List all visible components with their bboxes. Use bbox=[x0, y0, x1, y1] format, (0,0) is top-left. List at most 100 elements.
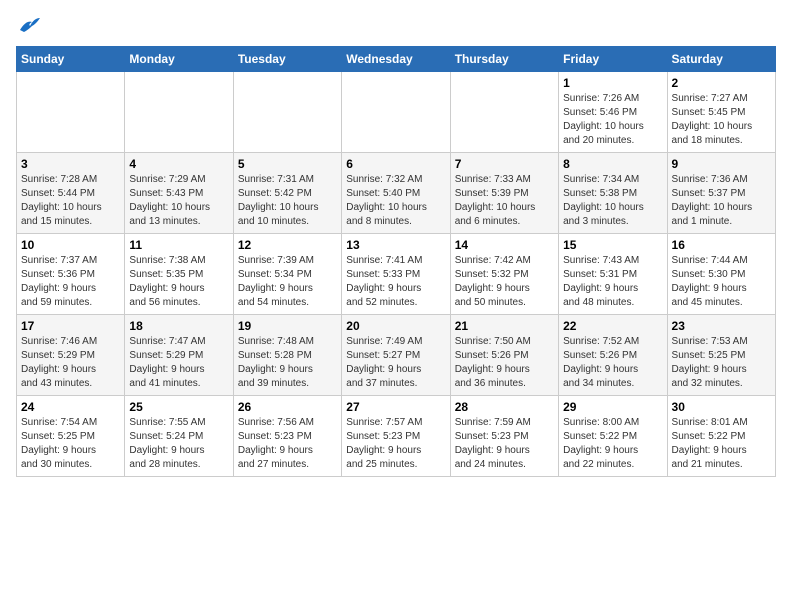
day-info: Sunrise: 7:52 AM Sunset: 5:26 PM Dayligh… bbox=[563, 335, 662, 391]
day-info: Sunrise: 7:50 AM Sunset: 5:26 PM Dayligh… bbox=[455, 335, 554, 391]
calendar-cell: 14 Sunrise: 7:42 AM Sunset: 5:32 PM Dayli… bbox=[450, 234, 558, 315]
day-info: Sunrise: 7:34 AM Sunset: 5:38 PM Dayligh… bbox=[563, 173, 662, 229]
day-number: 1 bbox=[563, 76, 662, 90]
calendar-cell: 18 Sunrise: 7:47 AM Sunset: 5:29 PM Dayli… bbox=[125, 315, 233, 396]
day-info: Sunrise: 7:54 AM Sunset: 5:25 PM Dayligh… bbox=[21, 416, 120, 472]
day-number: 27 bbox=[346, 400, 445, 414]
day-info: Sunrise: 7:29 AM Sunset: 5:43 PM Dayligh… bbox=[129, 173, 228, 229]
day-number: 12 bbox=[238, 238, 337, 252]
weekday-header-sunday: Sunday bbox=[17, 47, 125, 72]
day-number: 29 bbox=[563, 400, 662, 414]
calendar-cell bbox=[17, 72, 125, 153]
calendar-week-row: 1Sunrise: 7:26 AM Sunset: 5:46 PM Daylig… bbox=[17, 72, 776, 153]
calendar-cell: 30Sunrise: 8:01 AM Sunset: 5:22 PM Dayli… bbox=[667, 396, 775, 477]
calendar-week-row: 24 Sunrise: 7:54 AM Sunset: 5:25 PM Dayli… bbox=[17, 396, 776, 477]
calendar-cell: 29 Sunrise: 8:00 AM Sunset: 5:22 PM Dayli… bbox=[559, 396, 667, 477]
day-info: Sunrise: 7:41 AM Sunset: 5:33 PM Dayligh… bbox=[346, 254, 445, 310]
calendar-cell: 8Sunrise: 7:34 AM Sunset: 5:38 PM Daylig… bbox=[559, 153, 667, 234]
day-info: Sunrise: 7:42 AM Sunset: 5:32 PM Dayligh… bbox=[455, 254, 554, 310]
calendar-cell: 22 Sunrise: 7:52 AM Sunset: 5:26 PM Dayli… bbox=[559, 315, 667, 396]
logo bbox=[16, 16, 40, 34]
calendar-cell bbox=[342, 72, 450, 153]
day-info: Sunrise: 8:00 AM Sunset: 5:22 PM Dayligh… bbox=[563, 416, 662, 472]
calendar-cell: 26Sunrise: 7:56 AM Sunset: 5:23 PM Dayli… bbox=[233, 396, 341, 477]
day-info: Sunrise: 7:44 AM Sunset: 5:30 PM Dayligh… bbox=[672, 254, 771, 310]
calendar-cell: 23 Sunrise: 7:53 AM Sunset: 5:25 PM Dayli… bbox=[667, 315, 775, 396]
calendar-cell bbox=[233, 72, 341, 153]
day-number: 21 bbox=[455, 319, 554, 333]
day-number: 16 bbox=[672, 238, 771, 252]
day-number: 25 bbox=[129, 400, 228, 414]
day-info: Sunrise: 7:38 AM Sunset: 5:35 PM Dayligh… bbox=[129, 254, 228, 310]
day-number: 2 bbox=[672, 76, 771, 90]
calendar-cell bbox=[125, 72, 233, 153]
calendar-cell: 10 Sunrise: 7:37 AM Sunset: 5:36 PM Dayli… bbox=[17, 234, 125, 315]
day-info: Sunrise: 7:59 AM Sunset: 5:23 PM Dayligh… bbox=[455, 416, 554, 472]
calendar-cell bbox=[450, 72, 558, 153]
day-number: 17 bbox=[21, 319, 120, 333]
calendar-cell: 3 Sunrise: 7:28 AM Sunset: 5:44 PM Daylig… bbox=[17, 153, 125, 234]
weekday-header-monday: Monday bbox=[125, 47, 233, 72]
calendar-cell: 7 Sunrise: 7:33 AM Sunset: 5:39 PM Daylig… bbox=[450, 153, 558, 234]
day-number: 11 bbox=[129, 238, 228, 252]
day-info: Sunrise: 7:36 AM Sunset: 5:37 PM Dayligh… bbox=[672, 173, 771, 229]
day-info: Sunrise: 7:37 AM Sunset: 5:36 PM Dayligh… bbox=[21, 254, 120, 310]
calendar-cell: 19 Sunrise: 7:48 AM Sunset: 5:28 PM Dayli… bbox=[233, 315, 341, 396]
day-number: 9 bbox=[672, 157, 771, 171]
day-number: 14 bbox=[455, 238, 554, 252]
day-info: Sunrise: 7:49 AM Sunset: 5:27 PM Dayligh… bbox=[346, 335, 445, 391]
day-number: 7 bbox=[455, 157, 554, 171]
day-number: 24 bbox=[21, 400, 120, 414]
calendar-cell: 28Sunrise: 7:59 AM Sunset: 5:23 PM Dayli… bbox=[450, 396, 558, 477]
calendar-week-row: 3 Sunrise: 7:28 AM Sunset: 5:44 PM Daylig… bbox=[17, 153, 776, 234]
day-info: Sunrise: 7:57 AM Sunset: 5:23 PM Dayligh… bbox=[346, 416, 445, 472]
day-info: Sunrise: 7:28 AM Sunset: 5:44 PM Dayligh… bbox=[21, 173, 120, 229]
calendar-cell: 24 Sunrise: 7:54 AM Sunset: 5:25 PM Dayli… bbox=[17, 396, 125, 477]
calendar-cell: 11 Sunrise: 7:38 AM Sunset: 5:35 PM Dayli… bbox=[125, 234, 233, 315]
day-info: Sunrise: 7:43 AM Sunset: 5:31 PM Dayligh… bbox=[563, 254, 662, 310]
day-info: Sunrise: 7:46 AM Sunset: 5:29 PM Dayligh… bbox=[21, 335, 120, 391]
day-info: Sunrise: 7:48 AM Sunset: 5:28 PM Dayligh… bbox=[238, 335, 337, 391]
calendar-cell: 4 Sunrise: 7:29 AM Sunset: 5:43 PM Daylig… bbox=[125, 153, 233, 234]
weekday-header-friday: Friday bbox=[559, 47, 667, 72]
calendar-week-row: 17 Sunrise: 7:46 AM Sunset: 5:29 PM Dayli… bbox=[17, 315, 776, 396]
weekday-header-tuesday: Tuesday bbox=[233, 47, 341, 72]
day-number: 20 bbox=[346, 319, 445, 333]
calendar-cell: 6Sunrise: 7:32 AM Sunset: 5:40 PM Daylig… bbox=[342, 153, 450, 234]
calendar-cell: 13Sunrise: 7:41 AM Sunset: 5:33 PM Dayli… bbox=[342, 234, 450, 315]
day-info: Sunrise: 7:55 AM Sunset: 5:24 PM Dayligh… bbox=[129, 416, 228, 472]
calendar-cell: 16 Sunrise: 7:44 AM Sunset: 5:30 PM Dayli… bbox=[667, 234, 775, 315]
day-info: Sunrise: 7:47 AM Sunset: 5:29 PM Dayligh… bbox=[129, 335, 228, 391]
day-number: 15 bbox=[563, 238, 662, 252]
calendar-cell: 1Sunrise: 7:26 AM Sunset: 5:46 PM Daylig… bbox=[559, 72, 667, 153]
calendar-cell: 15 Sunrise: 7:43 AM Sunset: 5:31 PM Dayli… bbox=[559, 234, 667, 315]
calendar-cell: 17 Sunrise: 7:46 AM Sunset: 5:29 PM Dayli… bbox=[17, 315, 125, 396]
day-number: 19 bbox=[238, 319, 337, 333]
calendar-table: SundayMondayTuesdayWednesdayThursdayFrid… bbox=[16, 46, 776, 477]
weekday-header-wednesday: Wednesday bbox=[342, 47, 450, 72]
calendar-week-row: 10 Sunrise: 7:37 AM Sunset: 5:36 PM Dayli… bbox=[17, 234, 776, 315]
calendar-cell: 12 Sunrise: 7:39 AM Sunset: 5:34 PM Dayli… bbox=[233, 234, 341, 315]
day-number: 3 bbox=[21, 157, 120, 171]
day-number: 22 bbox=[563, 319, 662, 333]
day-number: 10 bbox=[21, 238, 120, 252]
calendar-cell: 5Sunrise: 7:31 AM Sunset: 5:42 PM Daylig… bbox=[233, 153, 341, 234]
day-number: 18 bbox=[129, 319, 228, 333]
weekday-header-thursday: Thursday bbox=[450, 47, 558, 72]
day-info: Sunrise: 7:31 AM Sunset: 5:42 PM Dayligh… bbox=[238, 173, 337, 229]
calendar-cell: 2 Sunrise: 7:27 AM Sunset: 5:45 PM Daylig… bbox=[667, 72, 775, 153]
logo-bird-icon bbox=[18, 16, 40, 34]
day-info: Sunrise: 7:27 AM Sunset: 5:45 PM Dayligh… bbox=[672, 92, 771, 148]
calendar-cell: 20 Sunrise: 7:49 AM Sunset: 5:27 PM Dayli… bbox=[342, 315, 450, 396]
day-number: 4 bbox=[129, 157, 228, 171]
page-header bbox=[16, 16, 776, 34]
day-number: 6 bbox=[346, 157, 445, 171]
day-info: Sunrise: 7:39 AM Sunset: 5:34 PM Dayligh… bbox=[238, 254, 337, 310]
day-info: Sunrise: 7:53 AM Sunset: 5:25 PM Dayligh… bbox=[672, 335, 771, 391]
calendar-cell: 21 Sunrise: 7:50 AM Sunset: 5:26 PM Dayli… bbox=[450, 315, 558, 396]
calendar-cell: 27 Sunrise: 7:57 AM Sunset: 5:23 PM Dayli… bbox=[342, 396, 450, 477]
day-number: 23 bbox=[672, 319, 771, 333]
weekday-header-saturday: Saturday bbox=[667, 47, 775, 72]
calendar-header-row: SundayMondayTuesdayWednesdayThursdayFrid… bbox=[17, 47, 776, 72]
day-info: Sunrise: 7:33 AM Sunset: 5:39 PM Dayligh… bbox=[455, 173, 554, 229]
